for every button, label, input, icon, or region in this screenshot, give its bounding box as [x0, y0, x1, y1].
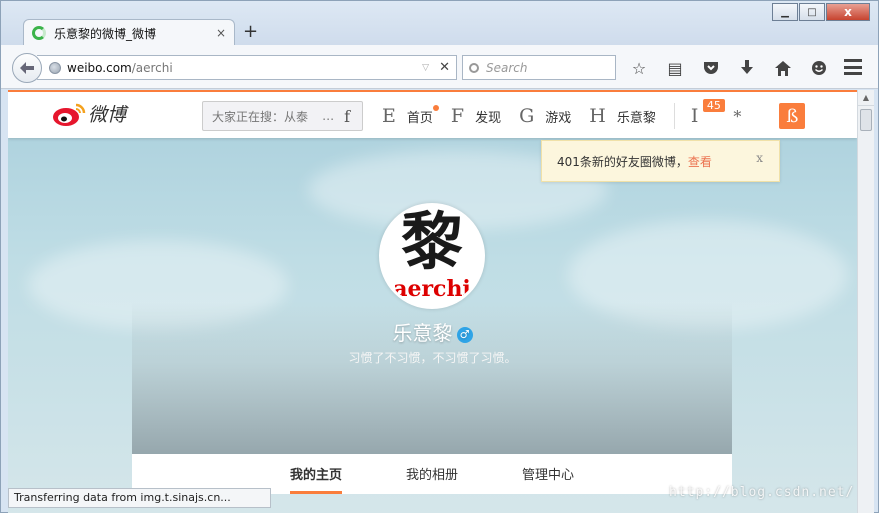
profile-bio: 习惯了不习惯，不习惯了习惯。 [348, 351, 517, 365]
hamburger-menu-icon[interactable] [844, 59, 862, 75]
weibo-logo-text: 微博 [88, 104, 127, 126]
nav-games[interactable]: G 游戏 [519, 105, 571, 127]
url-dropdown-icon[interactable]: ▽ [422, 63, 429, 73]
nav-divider [673, 103, 675, 129]
close-window-button[interactable]: x [826, 3, 870, 21]
scroll-thumb[interactable] [860, 109, 872, 131]
url-path: /aerchi [131, 60, 173, 75]
hello-icon[interactable] [805, 57, 833, 79]
notice-view-link[interactable]: 查看 [688, 153, 712, 170]
url-text[interactable]: weibo.com/aerchi [67, 61, 422, 75]
title-bar: ▁ □ x 乐意黎的微博_微博 × + [1, 1, 878, 46]
maximize-button[interactable]: □ [799, 3, 825, 21]
nav-profile[interactable]: H 乐意黎 [589, 105, 656, 127]
discover-nav-icon: F [450, 105, 465, 127]
nav-home-label: 首页 [406, 110, 433, 126]
games-nav-icon: G [519, 105, 535, 127]
back-button[interactable] [12, 53, 42, 83]
weibo-logo-icon [53, 103, 86, 126]
window-controls: ▁ □ x [771, 3, 870, 21]
profile-nav-icon: H [589, 105, 606, 127]
male-gender-icon: ♂ [456, 326, 473, 343]
download-icon[interactable] [733, 57, 761, 79]
weibo-nav: E 首页 F 发现 G 游戏 H 乐意黎 I 45 * ß [382, 99, 806, 129]
avatar[interactable]: 黎 aerchi [379, 203, 485, 309]
tab-my-album[interactable]: 我的相册 [406, 454, 458, 494]
avatar-subtext: aerchi [393, 276, 471, 302]
message-icon: I [690, 105, 699, 127]
settings-icon[interactable]: * [733, 107, 741, 126]
notice-text: 401条新的好友圈微博， [557, 154, 688, 169]
scroll-up-icon[interactable]: ▲ [858, 90, 874, 106]
new-dot-badge [432, 105, 439, 111]
tab-close-icon[interactable]: × [216, 26, 226, 40]
nav-games-label: 游戏 [545, 110, 572, 126]
weibo-header: 微博 大家正在搜：从泰 … f E 首页 F 发现 G 游戏 H 乐意黎 I 4… [8, 90, 857, 138]
new-posts-notice: 401条新的好友圈微博， 查看 x [541, 140, 780, 182]
stop-icon[interactable]: ✕ [439, 60, 450, 75]
navigation-bar: weibo.com/aerchi ▽ ✕ Search ☆ ▤ [1, 45, 878, 89]
tab-management-center[interactable]: 管理中心 [522, 454, 574, 494]
reading-list-icon[interactable]: ▤ [661, 57, 689, 79]
messages-button[interactable]: I 45 * [690, 99, 741, 127]
search-bar[interactable]: Search [462, 55, 616, 80]
loading-spinner-icon [32, 26, 46, 40]
notice-close-icon[interactable]: x [756, 151, 763, 165]
search-ellipsis: … [322, 109, 335, 123]
url-bar[interactable]: weibo.com/aerchi ▽ ✕ [37, 55, 457, 80]
home-icon[interactable] [769, 57, 797, 79]
profile-name: 乐意黎 [392, 321, 453, 345]
url-domain: weibo.com [67, 60, 132, 75]
nav-discover-label: 发现 [475, 110, 502, 126]
page-viewport: 微博 大家正在搜：从泰 … f E 首页 F 发现 G 游戏 H 乐意黎 I 4… [8, 90, 857, 513]
vertical-scrollbar[interactable]: ▲ [857, 90, 874, 513]
weibo-search-placeholder: 大家正在搜：从泰 [212, 109, 309, 124]
browser-tab[interactable]: 乐意黎的微博_微博 × [23, 19, 235, 46]
watermark: http://blog.csdn.net/ [669, 485, 855, 500]
weibo-logo[interactable]: 微博 [52, 100, 126, 127]
minimize-button[interactable]: ▁ [772, 3, 798, 21]
tab-title: 乐意黎的微博_微博 [54, 26, 157, 41]
tab-my-homepage[interactable]: 我的主页 [289, 454, 342, 494]
search-icon [469, 62, 479, 73]
message-count-badge: 45 [702, 99, 725, 112]
back-arrow-icon [20, 62, 34, 74]
globe-icon [49, 61, 61, 74]
search-placeholder: Search [486, 60, 528, 75]
nav-profile-label: 乐意黎 [616, 110, 656, 126]
pocket-icon[interactable] [697, 57, 725, 79]
weibo-search-input[interactable]: 大家正在搜：从泰 … f [202, 101, 363, 131]
nav-home[interactable]: E 首页 [382, 105, 439, 127]
nav-discover[interactable]: F 发现 [451, 105, 501, 127]
browser-window: ▁ □ x 乐意黎的微博_微博 × + weibo.com/aerchi ▽ ✕… [0, 0, 879, 513]
status-bar: Transferring data from img.t.sinajs.cn..… [8, 488, 271, 508]
home-nav-icon: E [382, 105, 396, 127]
profile-name-row: 乐意黎 ♂ [8, 317, 857, 346]
star-icon[interactable]: ☆ [625, 57, 653, 79]
compose-button[interactable]: ß [779, 103, 806, 129]
toolbar-icons: ☆ ▤ [625, 57, 841, 79]
weibo-search-button[interactable]: f [344, 107, 350, 126]
avatar-char: 黎 [400, 205, 463, 278]
new-tab-button[interactable]: + [243, 23, 258, 41]
